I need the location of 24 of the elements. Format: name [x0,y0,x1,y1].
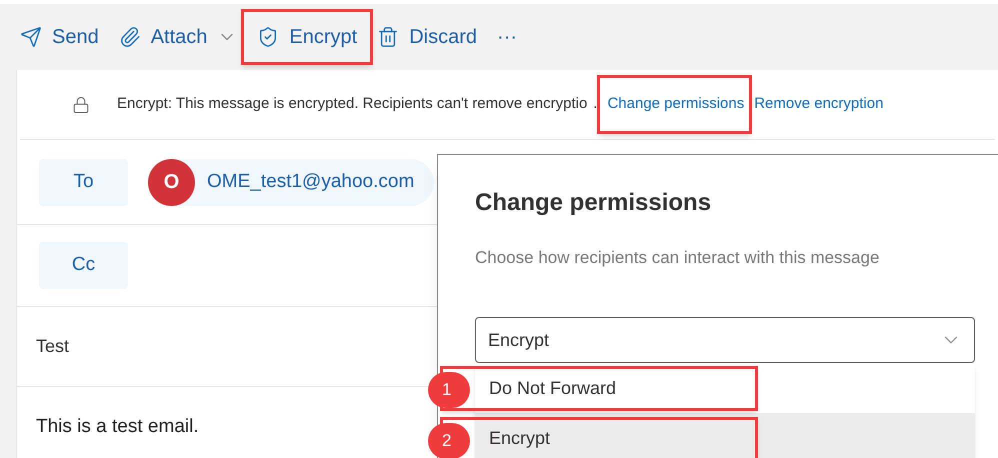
cc-button[interactable]: Cc [39,242,128,289]
message-body[interactable]: This is a test email. [36,416,199,437]
toolbar-button[interactable]: Encrypt [251,15,364,59]
separator-text: . [593,94,598,114]
link[interactable]: Change permissions [607,95,744,112]
trash-icon [377,26,400,48]
link[interactable]: Remove encryption [754,95,884,112]
email-address: OME_test1@yahoo.com [207,170,414,194]
avatar: O [148,158,195,206]
paperclip-icon [118,26,141,48]
dialog-description: Choose how recipients can interact with this message [475,248,880,267]
dropdown-option[interactable]: Encrypt [475,413,975,458]
to-button[interactable]: To [39,158,128,206]
subject-field[interactable]: Test [36,333,70,360]
more-button[interactable]: ··· [491,15,524,59]
permission-dropdown[interactable]: Encrypt [475,317,975,363]
send-icon [20,26,42,48]
encryption-notice: Encrypt: This message is encrypted. Recipients can't remove encryptio [117,94,588,114]
recipient-chip[interactable]: O OME_test1@yahoo.com [148,158,434,206]
toolbar-button[interactable]: Send [14,15,105,59]
toolbar-button[interactable]: Attach [112,15,244,59]
dialog-title: Change permissions [475,189,712,216]
toolbar-button[interactable]: Discard [371,15,484,59]
lock-icon [72,96,90,114]
